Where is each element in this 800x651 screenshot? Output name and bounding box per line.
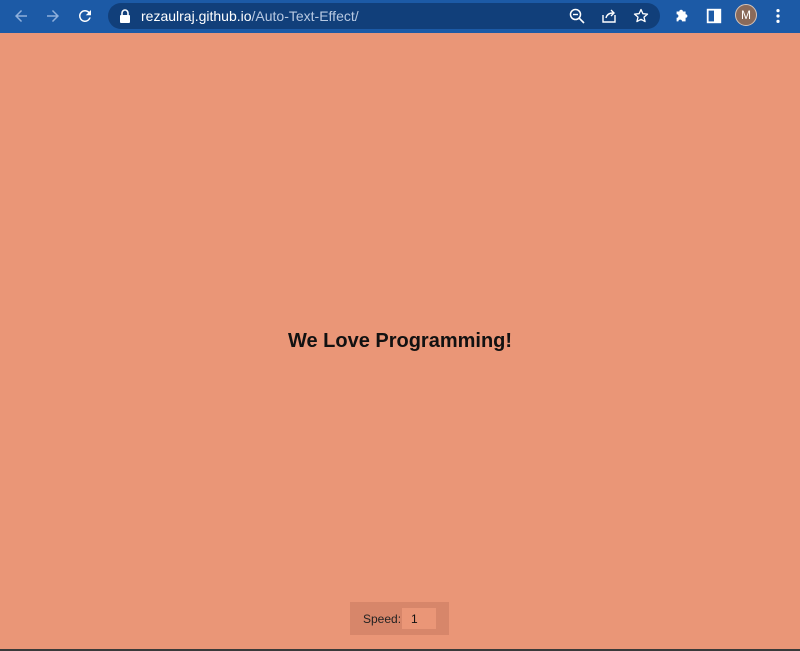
arrow-right-icon [47,10,59,22]
zoom-out-icon [569,8,585,24]
address-bar[interactable]: rezaulraj.github.io/Auto-Text-Effect/ [108,3,660,29]
share-icon [602,9,616,23]
side-panel-button[interactable] [704,6,724,26]
arrow-left-icon [15,10,27,22]
reload-icon [78,9,91,22]
lock-icon [120,9,130,23]
url-path: /Auto-Text-Effect/ [251,8,359,24]
puzzle-icon [676,9,688,22]
zoom-button[interactable] [568,7,586,25]
url-text: rezaulraj.github.io/Auto-Text-Effect/ [141,9,359,23]
star-icon [633,8,649,23]
url-host: rezaulraj.github.io [141,8,252,24]
browser-toolbar: rezaulraj.github.io/Auto-Text-Effect/ M [0,0,800,33]
reload-button[interactable] [74,5,96,27]
speed-control: Speed: [350,602,449,635]
profile-initial: M [741,8,751,22]
browser-menu-button[interactable] [768,6,788,26]
profile-avatar[interactable]: M [735,4,757,26]
kebab-menu-icon [776,8,780,24]
share-button[interactable] [600,7,618,25]
speed-input[interactable] [402,608,436,629]
speed-label: Speed: [363,612,402,626]
back-button[interactable] [10,5,32,27]
extensions-button[interactable] [672,6,692,26]
forward-button[interactable] [42,5,64,27]
bookmark-button[interactable] [632,7,650,25]
auto-text-headline: We Love Programming! [287,330,513,352]
side-panel-icon [706,8,722,24]
